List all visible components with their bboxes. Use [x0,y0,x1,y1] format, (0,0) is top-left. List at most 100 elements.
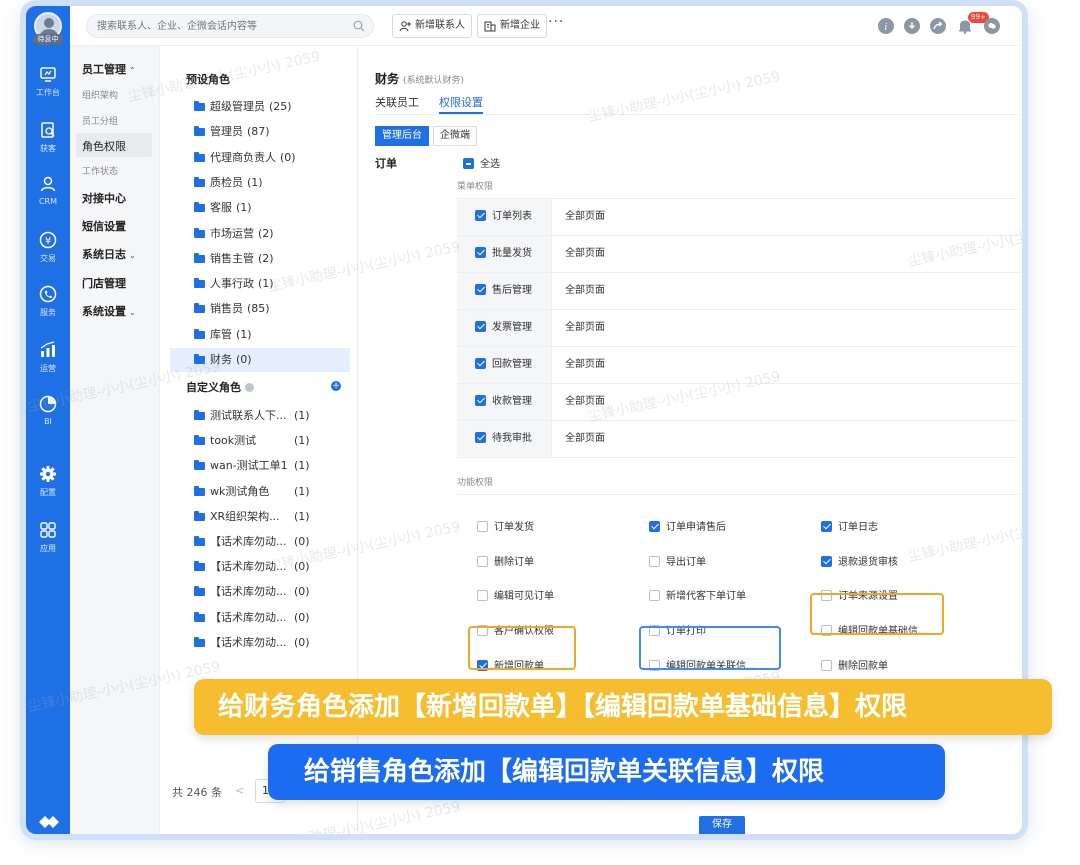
page-scope-select[interactable]: 全部页面 [565,347,605,383]
role-item[interactable]: 人事行政 (1) [170,272,350,296]
brand-logo-icon [39,816,59,828]
segment-wecom[interactable]: 企微端 [433,126,477,146]
submenu-item-work-status[interactable]: 工作状态 [82,164,118,177]
submenu-item-sms[interactable]: 短信设置 [82,218,126,234]
chat-icon[interactable] [984,18,1000,34]
tab-permission-settings[interactable]: 权限设置 [439,94,483,110]
custom-roles-heading: 自定义角色 [186,379,254,395]
nav-item-apps[interactable]: 应用 [26,520,70,554]
role-count: (85) [247,302,270,316]
nav-item-service[interactable]: 服务 [26,284,70,318]
submenu-item-logs[interactable]: 系统日志 ⌄ [82,246,136,262]
role-item[interactable]: 客服 (1) [170,196,350,220]
menu-permission-row: 回款管理 全部页面 [457,347,1022,384]
page-scope-select[interactable]: 全部页面 [565,384,605,420]
menu-permission-checkbox[interactable]: 售后管理 [457,273,552,309]
function-permission-checkbox[interactable]: 退款退货审核 [821,553,898,568]
role-name: 超级管理员 [210,100,265,113]
page-scope-select[interactable]: 全部页面 [565,273,605,309]
select-all-checkbox[interactable]: 全选 [463,155,500,170]
submenu-item-staff-group[interactable]: 员工分组 [82,114,118,127]
segment-admin[interactable]: 管理后台 [375,126,429,146]
role-item[interactable]: 【话术库勿动... (0) [170,530,350,554]
add-person-icon [399,21,411,32]
menu-permission-checkbox[interactable]: 待我审批 [457,421,552,457]
role-item[interactable]: 管理员 (87) [170,120,350,144]
function-permission-checkbox[interactable]: 导出订单 [649,553,706,568]
checkbox-checked-icon [821,555,832,567]
role-count: (0) [294,560,310,574]
tab-linked-staff[interactable]: 关联员工 [375,94,419,110]
role-item[interactable]: 【话术库勿动... (0) [170,631,350,655]
role-name: 客服 [210,201,232,215]
role-item[interactable]: 财务 (0) [170,348,350,372]
role-count: (1) [236,201,252,215]
nav-item-operation[interactable]: 运营 [26,340,70,374]
nav-item-trade[interactable]: ¥ 交易 [26,230,70,264]
role-item[interactable]: 代理商负责人 (0) [170,146,350,170]
nav-item-crm[interactable]: CRM [26,174,70,206]
function-permission-checkbox[interactable]: 订单发货 [477,518,534,533]
submenu-group-staff[interactable]: 员工管理 ⌃ [82,61,136,77]
submenu-item-org[interactable]: 组织架构 [82,88,118,101]
menu-permission-checkbox[interactable]: 批量发货 [457,236,552,272]
function-permission-checkbox[interactable]: 订单申请售后 [649,518,726,533]
info-icon[interactable]: i [878,18,894,34]
search-box[interactable] [86,14,374,38]
page-scope-select[interactable]: 全部页面 [565,236,605,272]
function-permission-checkbox[interactable]: 订单日志 [821,518,878,533]
menu-permission-checkbox[interactable]: 回款管理 [457,347,552,383]
add-role-icon[interactable]: + [331,381,341,391]
submenu-item-stores[interactable]: 门店管理 [82,275,126,291]
role-item[interactable]: 销售主管 (2) [170,247,350,271]
nav-item-workbench[interactable]: 工作台 [26,64,70,98]
chevron-up-icon: ⌃ [129,66,136,75]
role-item[interactable]: 市场运营 (2) [170,222,350,246]
new-contact-button[interactable]: 新增联系人 [392,14,472,38]
share-icon[interactable] [930,18,946,34]
function-permission-checkbox[interactable]: 编辑可见订单 [477,587,554,602]
folder-icon [194,435,205,446]
book-icon[interactable] [996,834,1018,840]
role-item[interactable]: 超级管理员 (25) [170,95,350,119]
submenu-item-system[interactable]: 系统设置 ⌄ [82,303,136,319]
function-permission-checkbox[interactable]: 删除订单 [477,553,534,568]
search-input[interactable] [97,15,347,37]
nav-item-acquire[interactable]: 获客 [26,120,70,154]
role-item[interactable]: wan-测试工单1 (1) [170,454,350,478]
menu-permission-checkbox[interactable]: 收款管理 [457,384,552,420]
page-scope-select[interactable]: 全部页面 [565,310,605,346]
role-item[interactable]: 质检员 (1) [170,171,350,195]
role-item[interactable]: 【话术库勿动... (0) [170,580,350,604]
checkbox-empty-icon [649,555,660,567]
role-item[interactable]: 【话术库勿动... (0) [170,555,350,579]
role-item[interactable]: 测试联系人下... (1) [170,404,350,428]
chart-icon [40,341,55,357]
role-item[interactable]: XR组织架构... (1) [170,505,350,529]
page-scope-select[interactable]: 全部页面 [565,199,605,235]
nav-item-bi[interactable]: BI [26,394,70,426]
role-item[interactable]: took测试 (1) [170,429,350,453]
folder-icon [194,410,205,420]
more-menu-button[interactable]: ··· [548,14,564,30]
menu-permission-checkbox[interactable]: 订单列表 [457,199,552,235]
role-item[interactable]: wk测试角色 (1) [170,480,350,504]
pager-total: 共 246 条 [172,786,222,799]
function-permission-checkbox[interactable]: 新增代客下单订单 [649,587,746,602]
new-company-button[interactable]: 新增企业 [477,14,547,38]
role-item[interactable]: 销售员 (85) [170,297,350,321]
page-scope-select[interactable]: 全部页面 [565,421,605,457]
menu-permission-checkbox[interactable]: 发票管理 [457,310,552,346]
role-item[interactable]: 库管 (1) [170,323,350,347]
role-item[interactable]: 【话术库勿动... (0) [170,606,350,630]
submenu-item-integration[interactable]: 对接中心 [82,190,126,206]
yen-icon: ¥ [39,231,57,249]
role-count: (87) [247,125,270,139]
folder-icon [194,561,205,572]
nav-item-config[interactable]: 配置 [26,464,70,498]
submenu-item-role-permission[interactable]: 角色权限 [82,138,126,154]
function-permission-checkbox[interactable]: 删除回款单 [821,657,888,672]
save-button[interactable]: 保存 [699,816,745,834]
pager-prev-button[interactable]: < [235,784,244,797]
download-icon[interactable] [904,18,920,34]
